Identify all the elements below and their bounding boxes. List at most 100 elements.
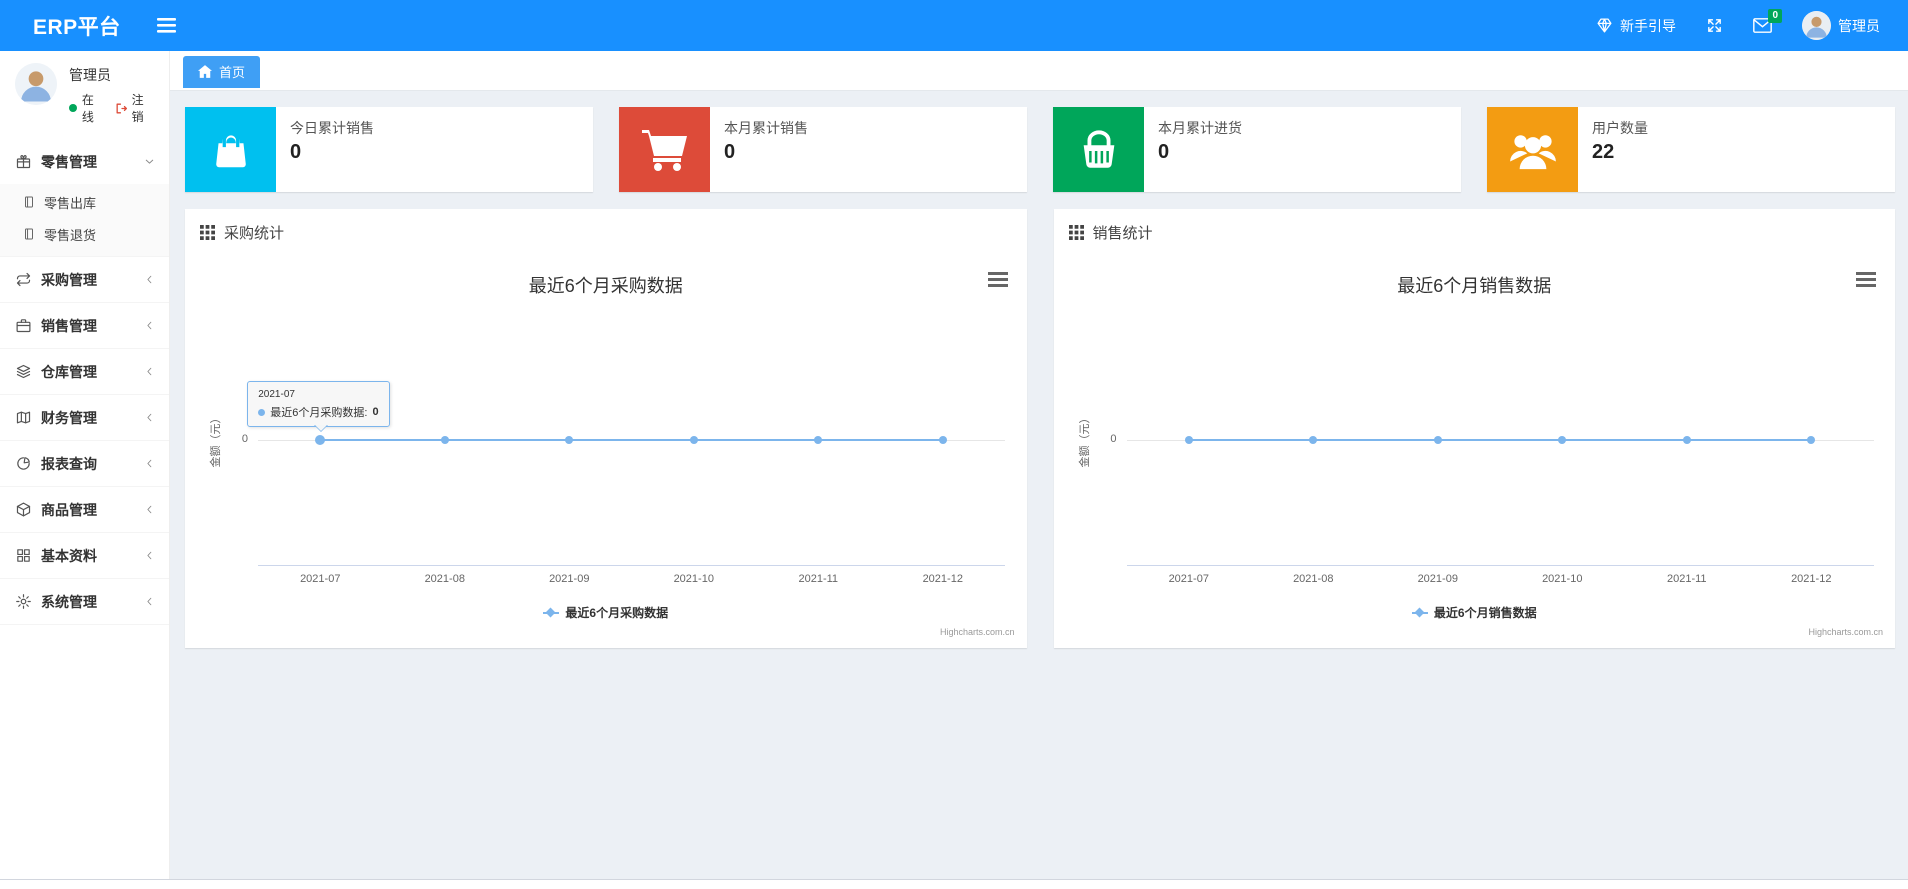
data-point[interactable] xyxy=(938,436,947,444)
user-menu[interactable]: 管理员 xyxy=(1802,11,1880,40)
legend-item[interactable]: 最近6个月采购数据 xyxy=(543,604,668,621)
sidebar-user-name: 管理员 xyxy=(69,67,111,83)
page-footer xyxy=(0,879,1908,889)
legend-item[interactable]: 最近6个月销售数据 xyxy=(1411,604,1537,621)
panel-purchase-stats: 采购统计 最近6个月采购数据 2021-07 2021-08 2021-09 2021-… xyxy=(185,209,1027,648)
users-icon xyxy=(1508,129,1558,171)
shopping-cart-icon xyxy=(641,128,689,172)
data-point[interactable] xyxy=(1184,436,1193,444)
messages-button[interactable]: 0 xyxy=(1753,9,1782,33)
x-axis-line xyxy=(1126,565,1874,566)
sidebar-item-basic-link[interactable]: 基本资料 xyxy=(0,533,169,578)
sidebar-subitem-label: 零售出库 xyxy=(44,195,97,211)
messages-count-badge: 0 xyxy=(1768,9,1782,23)
x-axis-label: 2021-11 xyxy=(1666,573,1707,585)
legend-marker-icon xyxy=(1411,607,1428,618)
stat-card-body: 用户数量 22 xyxy=(1578,107,1662,192)
sidebar-item-label: 销售管理 xyxy=(41,317,97,334)
stat-card-value: 0 xyxy=(290,141,302,163)
shopping-bag-icon xyxy=(208,127,254,173)
sidebar-subitem-retail-return: 零售退货 xyxy=(0,218,169,250)
x-axis-label: 2021-12 xyxy=(922,573,963,585)
stat-card: 用户数量 22 xyxy=(1487,107,1895,192)
chart-context-menu-button[interactable] xyxy=(1853,269,1879,290)
x-axis-label: 2021-12 xyxy=(1791,573,1832,585)
legend-marker-icon xyxy=(543,607,560,618)
sidebar-item-purchase-link[interactable]: 采购管理 xyxy=(0,257,169,302)
x-axis-label: 2021-11 xyxy=(798,573,839,585)
tooltip-date: 2021-07 xyxy=(258,389,295,400)
sidebar-item-label: 基本资料 xyxy=(41,547,97,564)
grid-icon xyxy=(15,547,32,564)
sidebar-item-system-link[interactable]: 系统管理 xyxy=(0,579,169,624)
sign-out-icon xyxy=(115,102,128,115)
sidebar-item-label: 系统管理 xyxy=(41,593,97,610)
sidebar-subitem-retail-outbound-link[interactable]: 零售出库 xyxy=(0,186,169,218)
data-point[interactable] xyxy=(1309,436,1318,444)
sidebar-item-basic: 基本资料 xyxy=(0,533,169,579)
sales-chart: 最近6个月销售数据 2021-07 2021-08 2021-09 2021-10 202… xyxy=(1054,254,1896,644)
sidebar-item-report: 报表查询 xyxy=(0,441,169,487)
sidebar-subitem-retail-return-link[interactable]: 零售退货 xyxy=(0,218,169,250)
expand-icon xyxy=(1706,17,1723,34)
panel-sales-stats: 销售统计 最近6个月销售数据 2021-07 2021-08 2021-09 2021-… xyxy=(1053,209,1896,648)
stat-card-value: 22 xyxy=(1592,141,1615,163)
sidebar-item-retail-link[interactable]: 零售管理 xyxy=(0,139,169,184)
angle-left-icon xyxy=(143,549,156,562)
x-axis-label: 2021-10 xyxy=(1542,573,1583,585)
data-point[interactable] xyxy=(1558,436,1567,444)
online-status-dot xyxy=(69,104,77,112)
data-point[interactable] xyxy=(1807,436,1816,444)
tab-home[interactable]: 首页 xyxy=(183,56,261,88)
gear-icon xyxy=(15,593,32,610)
home-icon xyxy=(198,65,212,78)
sidebar-menu: 零售管理零售出库零售退货采购管理销售管理仓库管理财务管理报表查询商品管理基本资料… xyxy=(0,139,169,625)
data-point[interactable] xyxy=(1682,436,1691,444)
guide-button[interactable]: 新手引导 xyxy=(1596,16,1676,36)
sidebar-item-finance-link[interactable]: 财务管理 xyxy=(0,395,169,440)
hamburger-icon xyxy=(156,18,176,33)
online-status-label: 在线 xyxy=(81,93,94,124)
data-point[interactable] xyxy=(440,436,449,444)
data-point[interactable] xyxy=(814,436,823,444)
pie-chart-icon xyxy=(15,455,32,472)
top-navbar: ERP平台 新手引导 0 管理员 xyxy=(0,0,1908,51)
highcharts-credit-link[interactable]: Highcharts.com.cn xyxy=(940,627,1015,637)
sidebar-item-warehouse: 仓库管理 xyxy=(0,349,169,395)
th-grid-icon xyxy=(200,225,215,240)
document-icon xyxy=(22,227,36,241)
data-point[interactable] xyxy=(1433,436,1442,444)
th-grid-icon xyxy=(1068,225,1084,240)
tooltip-value: 0 xyxy=(372,406,379,418)
data-point[interactable] xyxy=(565,436,574,444)
sidebar-item-sales-link[interactable]: 销售管理 xyxy=(0,303,169,348)
x-axis-label: 2021-08 xyxy=(424,573,465,585)
sidebar-item-label: 商品管理 xyxy=(41,501,97,518)
stat-card-icon-box xyxy=(1053,107,1144,192)
logout-link[interactable]: 注销 xyxy=(115,91,155,125)
gem-icon xyxy=(1596,17,1613,34)
chart-title: 最近6个月采购数据 xyxy=(528,276,683,296)
chart-context-menu-button[interactable] xyxy=(985,269,1011,290)
stat-card: 本月累计进货 0 xyxy=(1053,107,1461,192)
stat-card-label: 今日累计销售 xyxy=(290,120,374,136)
legend-label: 最近6个月采购数据 xyxy=(565,606,669,620)
sidebar-item-goods-link[interactable]: 商品管理 xyxy=(0,487,169,532)
sidebar: 管理员 在线 注销 零售管理零售出库零售退货采购管理销售管理仓库管理财务管理报表… xyxy=(0,51,170,879)
panel-title: 销售统计 xyxy=(1092,225,1153,242)
sidebar-toggle-button[interactable] xyxy=(151,12,182,39)
sidebar-item-label: 零售管理 xyxy=(41,153,97,170)
sidebar-item-report-link[interactable]: 报表查询 xyxy=(0,441,169,486)
stat-card: 今日累计销售 0 xyxy=(185,107,593,192)
fullscreen-button[interactable] xyxy=(1706,17,1723,34)
sidebar-item-label: 财务管理 xyxy=(41,409,97,426)
sidebar-item-goods: 商品管理 xyxy=(0,487,169,533)
sidebar-item-label: 采购管理 xyxy=(41,271,97,288)
sidebar-item-warehouse-link[interactable]: 仓库管理 xyxy=(0,349,169,394)
app-logo[interactable]: ERP平台 xyxy=(0,11,151,41)
data-point[interactable] xyxy=(689,436,698,444)
tab-label: 首页 xyxy=(219,65,246,80)
stat-card-label: 本月累计进货 xyxy=(1158,120,1242,136)
highcharts-credit-link[interactable]: Highcharts.com.cn xyxy=(1808,627,1883,637)
tab-bar: 首页 xyxy=(170,51,1908,91)
